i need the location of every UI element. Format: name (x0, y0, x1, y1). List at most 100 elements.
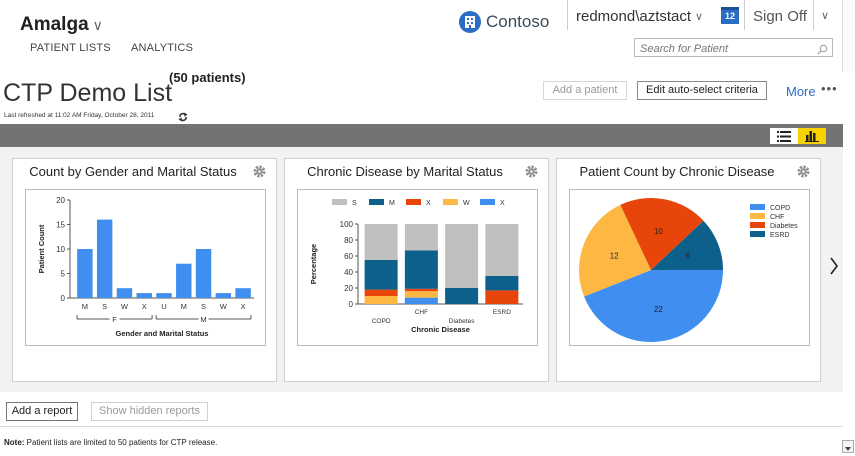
panel-title: Patient Count by Chronic Disease (579, 164, 775, 179)
note-label: Note: (4, 438, 25, 447)
x-tick-label: X (241, 302, 246, 311)
header-divider (813, 0, 814, 30)
panel-title: Count by Gender and Marital Status (29, 164, 237, 179)
more-options-icon[interactable]: ••• (821, 81, 838, 96)
footer-note: Note: Patient lists are limited to 50 pa… (4, 438, 217, 447)
add-report-button[interactable]: Add a report (6, 402, 78, 421)
x-tick-label: W (220, 302, 228, 311)
x-tick-label: S (201, 302, 206, 311)
stacked-bar-segment (485, 290, 519, 304)
slice-value-label: 10 (654, 227, 663, 236)
add-patient-button[interactable]: Add a patient (543, 81, 627, 100)
bar (215, 293, 232, 298)
legend-swatch (750, 213, 765, 219)
chronic-disease-pie-chart: 22 12 10 6 COPD CHF Diabetes ESRD (579, 198, 798, 342)
stacked-bar-segment (485, 224, 519, 276)
y-tick-label: 40 (344, 268, 353, 277)
bar (195, 249, 212, 298)
chart-container: 22 12 10 6 COPD CHF Diabetes ESRD (569, 189, 810, 346)
gender-marital-bar-chart: 05101520M S W X U M S W XF MGender and Marital St… (37, 196, 254, 338)
panel-title: Chronic Disease by Marital Status (307, 164, 503, 179)
y-tick-label: 80 (344, 236, 353, 245)
view-toggle[interactable] (770, 128, 826, 144)
search-input[interactable] (635, 40, 813, 58)
last-refreshed-text: Last refreshed at 11:02 AM Friday, Octob… (4, 112, 155, 119)
divider (0, 426, 843, 427)
legend-swatch (480, 199, 495, 205)
edit-auto-select-criteria-button[interactable]: Edit auto-select criteria (637, 81, 767, 100)
stacked-bar-segment (364, 296, 398, 304)
chevron-right-icon[interactable] (829, 256, 839, 281)
report-panel: Count by Gender and Marital Status 0 5 10 1… (12, 158, 277, 382)
legend-label: S (352, 200, 357, 207)
legend-label: X (426, 200, 431, 207)
search-icon[interactable] (817, 42, 828, 60)
chevron-down-icon[interactable]: ∨ (93, 17, 103, 33)
legend-label: M (389, 200, 395, 207)
bar (77, 249, 93, 298)
legend-swatch (369, 199, 384, 205)
legend-label: ESRD (770, 232, 789, 239)
legend-swatch (406, 199, 421, 205)
stacked-bar-segment (364, 289, 398, 296)
gear-icon[interactable] (253, 165, 266, 183)
nav-patient-lists[interactable]: PATIENT LISTS (30, 42, 111, 54)
stacked-bar-segment (404, 224, 438, 251)
slice-value-label: 12 (610, 251, 619, 260)
slice-value-label: 6 (686, 251, 691, 260)
slice-value-label: 22 (654, 305, 663, 314)
scrollbar[interactable] (842, 0, 855, 72)
x-axis-title: Gender and Marital Status (116, 329, 209, 338)
search-box[interactable] (634, 38, 833, 60)
user-chevron-icon[interactable]: ∨ (695, 10, 703, 23)
nav-analytics[interactable]: ANALYTICS (131, 42, 193, 54)
stacked-bar-segment (404, 288, 438, 292)
dashboard-toolbar (0, 124, 843, 147)
app-name: Amalga (20, 14, 89, 35)
scroll-down-button[interactable] (842, 440, 854, 453)
page-title: CTP Demo List (3, 79, 173, 107)
x-tick-label: Diabetes (449, 318, 475, 325)
chart-container: 0 5 10 15 20 M S W X U M S W X F M Gender and Marital St… (25, 189, 266, 346)
x-tick-label: W (121, 302, 129, 311)
stacked-bar-segment (404, 297, 438, 304)
x-tick-label: ESRD (493, 309, 511, 316)
calendar-icon[interactable]: 12 (721, 7, 739, 24)
y-tick-label: 15 (56, 221, 65, 230)
user-name[interactable]: redmond\aztstact (576, 8, 691, 25)
patient-count: (50 patients) (169, 70, 246, 85)
legend-label: X (500, 200, 505, 207)
x-tick-label: M (181, 302, 187, 311)
legend-swatch (332, 199, 347, 205)
y-tick-label: 0 (349, 300, 354, 309)
gear-icon[interactable] (525, 165, 538, 183)
chart-view-icon[interactable] (798, 128, 826, 144)
show-hidden-reports-button[interactable]: Show hidden reports (91, 402, 208, 421)
y-tick-label: 5 (61, 270, 66, 279)
y-tick-label: 100 (340, 220, 354, 229)
sign-off-link[interactable]: Sign Off (753, 8, 807, 25)
menu-chevron-icon[interactable]: ∨ (821, 9, 829, 22)
stacked-bar-segment (364, 260, 398, 290)
list-view-icon[interactable] (770, 128, 798, 144)
report-panel: Patient Count by Chronic Disease 22 12 10 6… (556, 158, 821, 382)
bar (235, 288, 251, 298)
chronic-disease-stacked-chart: S M X W X 0 20 40 60 80 100 COPD CHF Diabetes ESRD Chro… (309, 199, 523, 334)
y-tick-label: 60 (344, 252, 353, 261)
stacked-bar-segment (485, 276, 519, 291)
gear-icon[interactable] (797, 165, 810, 183)
app-title[interactable]: Amalga ∨ (20, 14, 103, 36)
legend-swatch (750, 222, 765, 228)
legend-label: CHF (770, 214, 784, 221)
x-tick-label: S (102, 302, 107, 311)
brand-name: Contoso (486, 12, 550, 31)
bar (116, 288, 133, 298)
stacked-bar-segment (404, 291, 438, 298)
x-tick-label: M (82, 302, 88, 311)
legend-label: W (463, 200, 470, 207)
x-tick-label: CHF (415, 309, 428, 316)
legend-swatch (443, 199, 458, 205)
legend-swatch (750, 231, 765, 237)
more-link[interactable]: More (786, 84, 816, 99)
x-tick-label: X (142, 302, 147, 311)
